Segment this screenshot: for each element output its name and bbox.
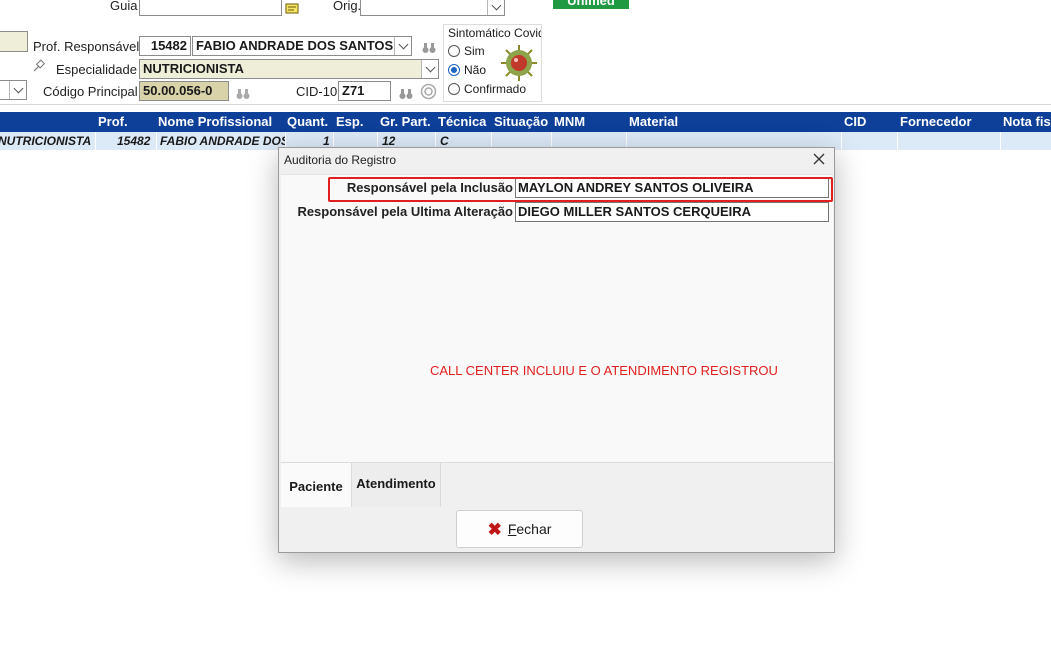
close-icon[interactable] (812, 152, 826, 166)
brand-logo-text: Unimed (567, 0, 615, 8)
tab-atendimento-label: Atendimento (356, 475, 436, 491)
close-button[interactable]: ✖ Fechar (456, 510, 583, 548)
covid-title: Sintomático Covid (448, 26, 542, 40)
grid-header: Prof. Nome Profissional Quant. Esp. Gr. … (0, 112, 1051, 132)
left-field[interactable] (0, 31, 28, 52)
col-grpart[interactable]: Gr. Part. (380, 114, 431, 129)
cell-grpart: 12 (382, 134, 396, 148)
alteracao-label: Responsável pela Ultima Alteração (297, 204, 513, 219)
pin-icon[interactable] (32, 59, 46, 73)
covid-option-sim-label: Sim (464, 44, 485, 58)
radio-confirmado[interactable] (448, 83, 460, 95)
esp-value: NUTRICIONISTA (143, 61, 244, 76)
col-fornecedor[interactable]: Fornecedor (900, 114, 972, 129)
covid-option-confirmado-label: Confirmado (464, 82, 527, 96)
prof-label: Prof. Responsável (33, 39, 140, 54)
chevron-down-icon[interactable] (421, 60, 438, 78)
guia-input[interactable] (139, 0, 282, 16)
orig-label: Orig. (333, 0, 362, 13)
divider (0, 104, 1051, 105)
codigo-label: Código Principal (43, 84, 138, 99)
audit-dialog: Auditoria do Registro Responsável pela I… (278, 147, 835, 553)
chevron-down-icon[interactable] (487, 0, 504, 15)
guia-label: Guia (110, 0, 138, 13)
cell-prof: 15482 (117, 134, 151, 148)
dialog-title: Auditoria do Registro (284, 153, 397, 167)
tab-paciente-label: Paciente (289, 478, 343, 494)
chevron-down-icon[interactable] (9, 81, 26, 99)
codigo-input[interactable]: 50.00.056-0 (139, 81, 229, 101)
cid-label: CID-10 (296, 84, 338, 99)
col-prof[interactable]: Prof. (98, 114, 128, 129)
orig-select[interactable] (360, 0, 505, 16)
col-quant[interactable]: Quant. (287, 114, 328, 129)
col-esp[interactable]: Esp. (336, 114, 363, 129)
binoculars-icon[interactable] (421, 41, 437, 55)
close-x-icon: ✖ (487, 519, 502, 539)
inclusao-highlight (328, 177, 833, 202)
covid-option-nao-label: Não (464, 63, 487, 77)
col-nome[interactable]: Nome Profissional (158, 114, 272, 129)
col-material[interactable]: Material (629, 114, 678, 129)
cid-input[interactable]: Z71 (338, 81, 391, 101)
radio-nao[interactable] (448, 64, 460, 76)
esp-select[interactable]: NUTRICIONISTA (139, 59, 439, 79)
col-cid[interactable]: CID (844, 114, 866, 129)
left-select[interactable] (0, 80, 27, 100)
cell-tecnica: C (440, 134, 449, 148)
virus-icon (499, 43, 539, 83)
audit-note: CALL CENTER INCLUIU E O ATENDIMENTO REGI… (430, 363, 778, 378)
col-nota[interactable]: Nota fis (1003, 114, 1051, 129)
guia-lookup-icon[interactable] (285, 2, 301, 14)
close-button-label: Fechar (507, 521, 552, 537)
col-situacao[interactable]: Situação (494, 114, 548, 129)
covid-option-sim[interactable]: Sim (448, 44, 485, 58)
cell-quant: 1 (323, 134, 330, 148)
dialog-body: Responsável pela Inclusão MAYLON ANDREY … (281, 174, 833, 462)
dialog-titlebar[interactable]: Auditoria do Registro (279, 148, 834, 172)
covid-option-nao[interactable]: Não (448, 63, 486, 77)
binoculars-icon[interactable] (398, 87, 414, 101)
brand-logo: Unimed (553, 0, 629, 9)
esp-label: Especialidade (56, 62, 137, 77)
chevron-down-icon[interactable] (394, 37, 411, 55)
radio-sim[interactable] (448, 45, 460, 57)
cell-nome: FABIO ANDRADE DOS (160, 134, 286, 148)
tab-atendimento[interactable]: Atendimento (351, 463, 441, 507)
col-tecnica[interactable]: Técnica (438, 114, 486, 129)
prof-name-select[interactable]: FABIO ANDRADE DOS SANTOS (192, 36, 412, 56)
alteracao-value[interactable]: DIEGO MILLER SANTOS CERQUEIRA (515, 202, 829, 222)
covid-group: Sintomático Covid Sim Não Confirmado (443, 24, 542, 102)
covid-option-confirmado[interactable]: Confirmado (448, 82, 526, 96)
prof-name-value: FABIO ANDRADE DOS SANTOS (196, 38, 394, 53)
col-mnm[interactable]: MNM (554, 114, 585, 129)
target-icon[interactable] (420, 83, 437, 100)
dialog-tabs: Paciente Atendimento (281, 462, 833, 507)
cell-especialidade: NUTRICIONISTA (0, 134, 92, 148)
tab-paciente[interactable]: Paciente (281, 463, 351, 507)
prof-code-input[interactable]: 15482 (139, 36, 191, 56)
binoculars-icon[interactable] (235, 87, 251, 101)
